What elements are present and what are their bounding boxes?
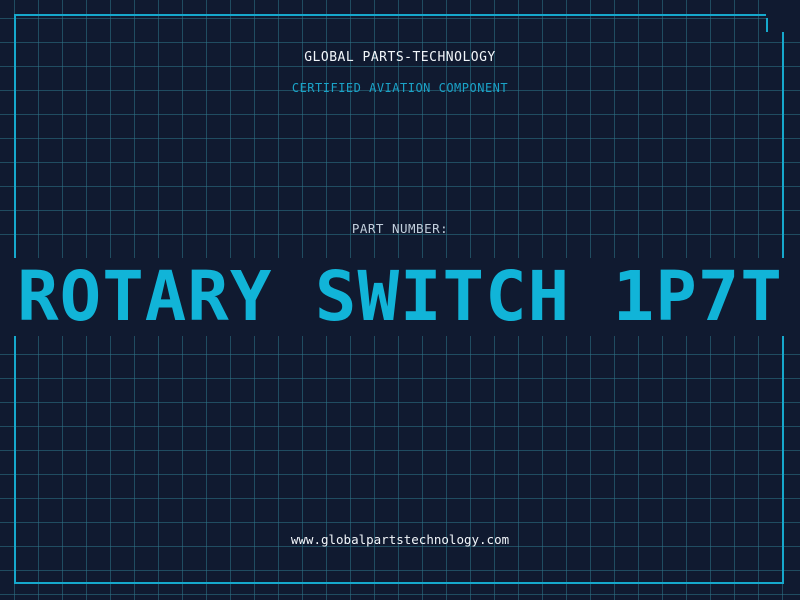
part-number-label: PART NUMBER: [351, 221, 449, 236]
company-name: GLOBAL PARTS-TECHNOLOGY [304, 50, 496, 65]
part-number-value: ROTARY SWITCH 1P7T [17, 258, 783, 336]
certification-subtitle: CERTIFIED AVIATION COMPONENT [291, 81, 509, 95]
corner-accent [766, 0, 800, 32]
website-url: www.globalpartstechnology.com [290, 532, 510, 547]
part-number-band: ROTARY SWITCH 1P7T [0, 258, 800, 336]
blueprint-canvas: GLOBAL PARTS-TECHNOLOGY CERTIFIED AVIATI… [0, 0, 800, 600]
